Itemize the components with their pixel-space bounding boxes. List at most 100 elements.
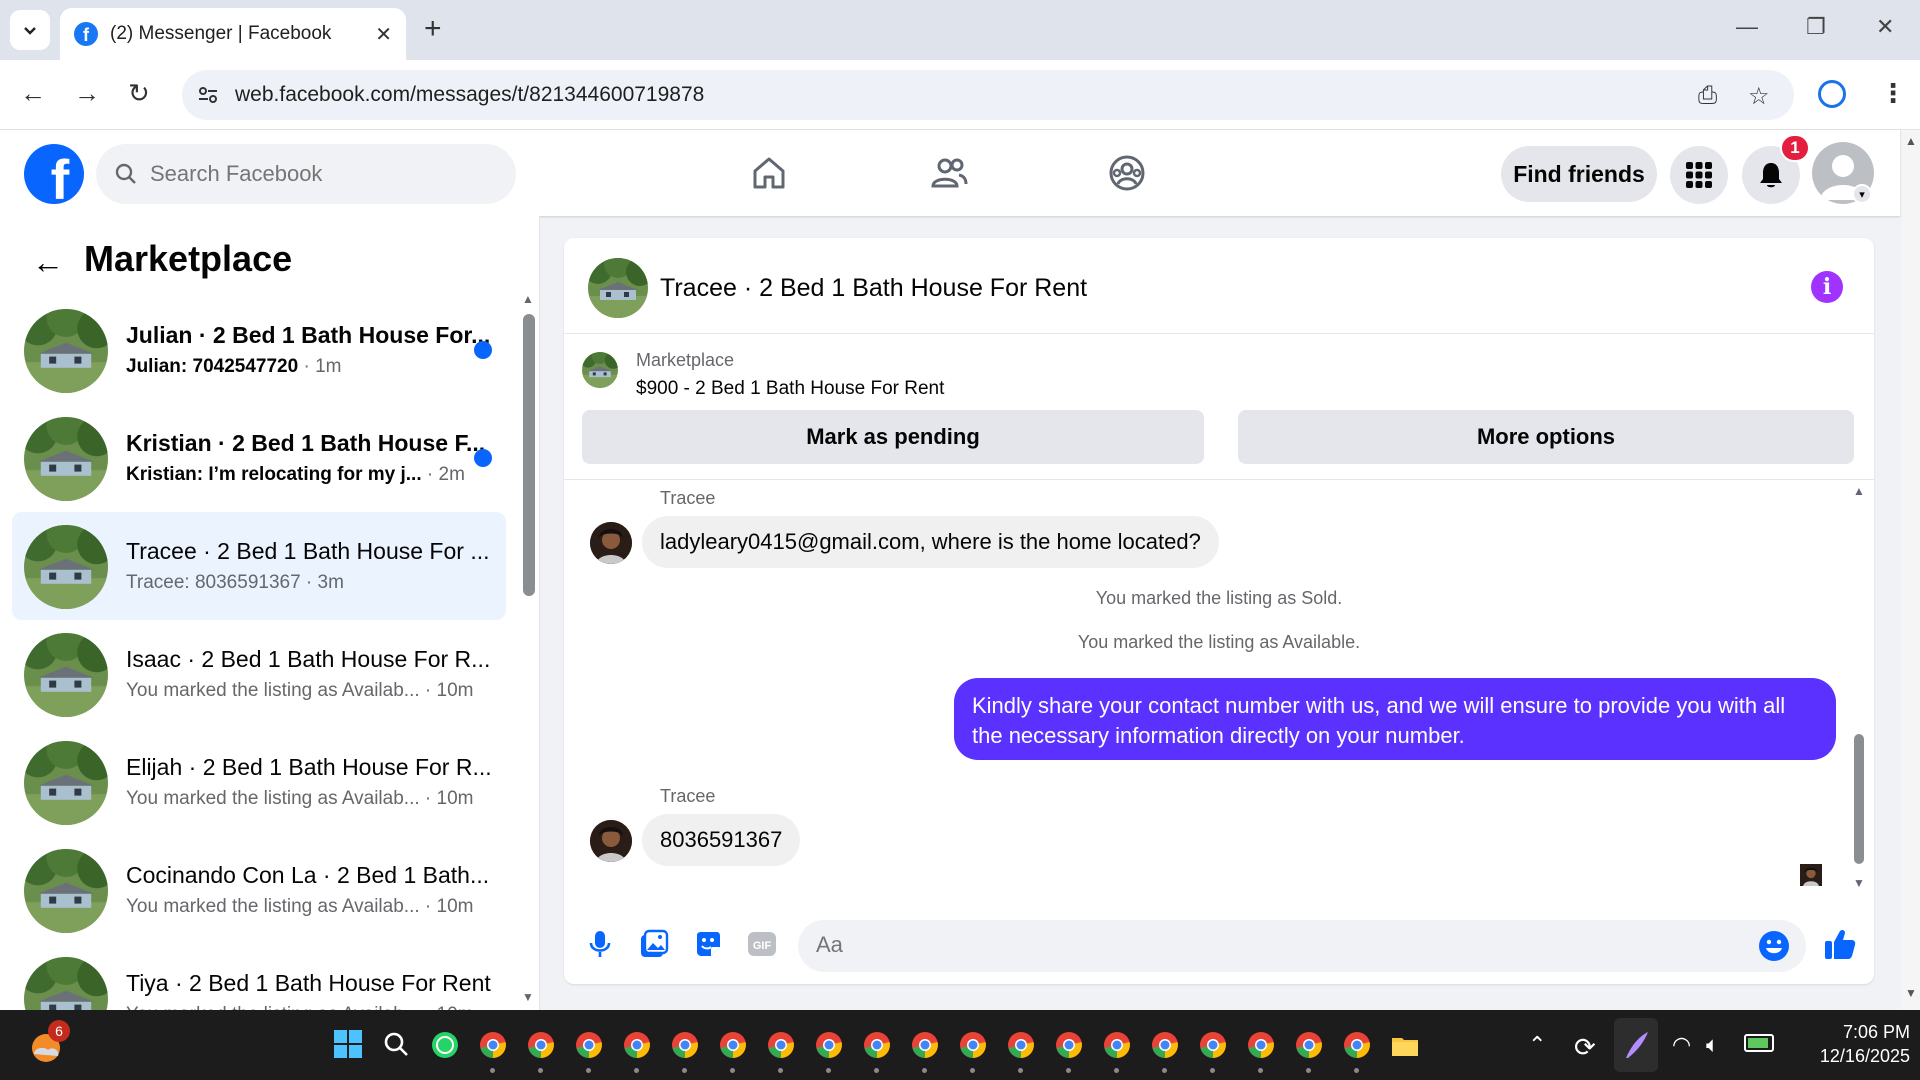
restore-button[interactable]: ❐ bbox=[1806, 14, 1826, 40]
browser-menu-icon[interactable]: ⋮ bbox=[1880, 78, 1906, 109]
reload-button[interactable]: ↻ bbox=[128, 78, 150, 109]
photo-attach-icon[interactable] bbox=[638, 928, 670, 960]
system-clock[interactable]: 7:06 PM 12/16/2025 bbox=[1790, 1020, 1910, 1068]
wifi-icon[interactable]: ◠ bbox=[1672, 1032, 1691, 1058]
chrome-window-icon[interactable] bbox=[670, 1030, 700, 1060]
gif-icon[interactable]: GIF bbox=[746, 928, 778, 960]
chrome-window-icon[interactable] bbox=[862, 1030, 892, 1060]
message-input[interactable] bbox=[816, 932, 1716, 958]
back-arrow-icon[interactable]: ← bbox=[32, 244, 64, 281]
message-input-box[interactable] bbox=[798, 920, 1806, 972]
taskbar-search-icon[interactable] bbox=[382, 1030, 412, 1060]
running-indicator bbox=[730, 1068, 735, 1073]
find-friends-button[interactable]: Find friends bbox=[1501, 146, 1657, 202]
running-indicator bbox=[682, 1068, 687, 1073]
install-app-icon[interactable]: ⎙ bbox=[1698, 82, 1717, 110]
bookmark-star-icon[interactable]: ☆ bbox=[1748, 82, 1770, 111]
conversation-item[interactable]: Kristian · 2 Bed 1 Bath House F... Kristi… bbox=[12, 404, 506, 512]
preview-text: You marked the listing as Availab... bbox=[126, 680, 420, 701]
new-tab-button[interactable]: + bbox=[424, 12, 442, 46]
chrome-window-icon[interactable] bbox=[574, 1030, 604, 1060]
groups-icon[interactable] bbox=[1104, 150, 1150, 196]
file-explorer-icon[interactable] bbox=[1390, 1030, 1420, 1060]
chrome-window-icon[interactable] bbox=[1294, 1030, 1324, 1060]
chrome-window-icon[interactable] bbox=[814, 1030, 844, 1060]
friends-icon[interactable] bbox=[926, 150, 972, 196]
minimize-button[interactable]: — bbox=[1736, 14, 1758, 40]
listing-small-thumbnail[interactable] bbox=[582, 352, 618, 388]
forward-button[interactable]: → bbox=[74, 78, 100, 109]
scroll-up-arrow-icon[interactable]: ▲ bbox=[522, 292, 534, 306]
chat-scroll-down-icon[interactable]: ▼ bbox=[1853, 876, 1865, 890]
browser-profile-icon[interactable] bbox=[1818, 80, 1846, 108]
chrome-window-icon[interactable] bbox=[526, 1030, 556, 1060]
thumbs-up-icon[interactable] bbox=[1820, 924, 1860, 964]
incoming-message[interactable]: 8036591367 bbox=[642, 814, 801, 866]
sender-avatar[interactable] bbox=[590, 522, 632, 564]
facebook-logo-icon[interactable]: f bbox=[24, 144, 84, 204]
chat-scrollbar[interactable] bbox=[1854, 734, 1864, 864]
listing-thumbnail[interactable] bbox=[588, 258, 648, 318]
chrome-window-icon[interactable] bbox=[1054, 1030, 1084, 1060]
mark-as-pending-button[interactable]: Mark as pending bbox=[582, 410, 1204, 464]
conversation-item[interactable]: Elijah · 2 Bed 1 Bath House For R... You … bbox=[12, 728, 506, 836]
chrome-window-icon[interactable] bbox=[622, 1030, 652, 1060]
chrome-window-icon[interactable] bbox=[718, 1030, 748, 1060]
menu-grid-button[interactable] bbox=[1670, 146, 1728, 204]
page-scroll-up-icon[interactable]: ▲ bbox=[1905, 134, 1917, 148]
sender-avatar[interactable] bbox=[590, 820, 632, 862]
search-input[interactable] bbox=[150, 161, 480, 187]
battery-icon[interactable] bbox=[1744, 1034, 1774, 1052]
sidebar-scrollbar[interactable] bbox=[523, 314, 535, 596]
browser-tab[interactable]: f (2) Messenger | Facebook ✕ bbox=[60, 8, 406, 60]
tab-search-button[interactable] bbox=[10, 10, 50, 50]
emoji-icon[interactable] bbox=[1758, 930, 1790, 962]
close-window-button[interactable]: ✕ bbox=[1876, 14, 1894, 40]
start-button[interactable] bbox=[334, 1030, 364, 1060]
preview-text: You marked the listing as Availab... bbox=[126, 788, 420, 809]
info-icon[interactable]: i bbox=[1811, 271, 1843, 303]
chrome-window-icon[interactable] bbox=[958, 1030, 988, 1060]
show-hidden-icons-icon[interactable]: ⌃ bbox=[1528, 1032, 1546, 1058]
conversation-item[interactable]: Isaac · 2 Bed 1 Bath House For R... You m… bbox=[12, 620, 506, 728]
chat-scroll-up-icon[interactable]: ▲ bbox=[1853, 484, 1865, 498]
chrome-window-icon[interactable] bbox=[1150, 1030, 1180, 1060]
conversation-item[interactable]: Cocinando Con La · 2 Bed 1 Bath... You ma… bbox=[12, 836, 506, 944]
sticker-icon[interactable] bbox=[692, 928, 724, 960]
chrome-window-icon[interactable] bbox=[766, 1030, 796, 1060]
chrome-window-icon[interactable] bbox=[1342, 1030, 1372, 1060]
microphone-icon[interactable] bbox=[584, 928, 616, 960]
home-icon[interactable] bbox=[746, 150, 792, 196]
conversation-item[interactable]: Tracee · 2 Bed 1 Bath House For ... Trace… bbox=[12, 512, 506, 620]
running-indicator bbox=[1210, 1068, 1215, 1073]
conversation-item[interactable]: Tiya · 2 Bed 1 Bath House For RentYou ma… bbox=[12, 944, 506, 1010]
conversation-item[interactable]: Julian · 2 Bed 1 Bath House For... Julian… bbox=[12, 296, 506, 404]
chat-title[interactable]: Tracee · 2 Bed 1 Bath House For Rent bbox=[660, 274, 1087, 303]
chrome-window-icon[interactable] bbox=[1102, 1030, 1132, 1060]
page-scrollbar[interactable]: ▲ ▼ bbox=[1902, 130, 1920, 1010]
site-info-icon[interactable] bbox=[196, 83, 220, 107]
account-caret-icon[interactable]: ▾ bbox=[1852, 184, 1872, 204]
sync-icon[interactable]: ⟳ bbox=[1574, 1032, 1596, 1063]
chrome-window-icon[interactable] bbox=[1198, 1030, 1228, 1060]
close-tab-icon[interactable]: ✕ bbox=[375, 22, 392, 47]
whatsapp-icon[interactable] bbox=[430, 1030, 460, 1060]
address-bar[interactable]: web.facebook.com/messages/t/821344600719… bbox=[182, 70, 1794, 120]
chrome-window-icon[interactable] bbox=[478, 1030, 508, 1060]
conversation-time: 1m bbox=[315, 356, 342, 377]
chrome-window-icon[interactable] bbox=[1006, 1030, 1036, 1060]
scroll-down-arrow-icon[interactable]: ▼ bbox=[522, 990, 534, 1004]
chrome-window-icon[interactable] bbox=[1246, 1030, 1276, 1060]
chrome-window-icon[interactable] bbox=[910, 1030, 940, 1060]
search-box[interactable] bbox=[96, 144, 516, 204]
incoming-message[interactable]: ladyleary0415@gmail.com, where is the ho… bbox=[642, 516, 1219, 568]
more-options-button[interactable]: More options bbox=[1238, 410, 1854, 464]
back-button[interactable]: ← bbox=[20, 78, 46, 109]
outgoing-message[interactable]: Kindly share your contact number with us… bbox=[954, 678, 1836, 760]
clock-time: 7:06 PM bbox=[1842, 1022, 1910, 1042]
listing-price[interactable]: $900 - 2 Bed 1 Bath House For Rent bbox=[636, 378, 944, 400]
volume-icon[interactable]: 🔈︎ bbox=[1706, 1032, 1719, 1058]
pen-app-button[interactable] bbox=[1614, 1018, 1658, 1072]
page-scroll-down-icon[interactable]: ▼ bbox=[1905, 986, 1917, 1000]
preview-text: Julian: 7042547720 bbox=[126, 356, 299, 377]
